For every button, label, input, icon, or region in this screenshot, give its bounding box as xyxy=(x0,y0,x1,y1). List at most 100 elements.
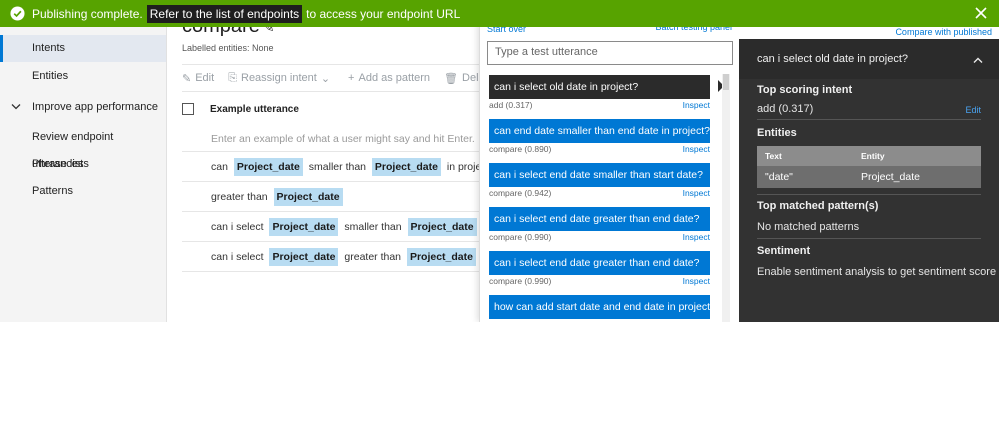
entity-name: Project_date xyxy=(861,171,920,183)
endpoints-link[interactable]: Refer to the list of endpoints xyxy=(146,4,303,23)
utterance-text: can i select xyxy=(211,250,267,263)
delete-button[interactable]: 🗑Dele xyxy=(444,72,480,85)
utterance-column-header: Example utterance xyxy=(182,103,480,115)
utterance-text: smaller than xyxy=(305,160,369,173)
nav-item-review-endpoint-utterances[interactable]: Review endpoint utterances xyxy=(0,124,166,170)
nav-group-improve-performance[interactable]: Improve app performance xyxy=(0,94,166,121)
labelled-entities: Labelled entities: None xyxy=(182,43,274,53)
test-result-meta: what (0.715) Inspect xyxy=(489,320,710,322)
test-utterance-bubble[interactable]: can i select end date greater than end d… xyxy=(489,251,710,275)
entity-label[interactable]: Project_date xyxy=(407,217,477,236)
top-intent-value: add (0.317) xyxy=(757,103,814,115)
utterance-text: can xyxy=(211,160,231,173)
patterns-value: No matched patterns xyxy=(757,221,860,233)
inspect-link[interactable]: Inspect xyxy=(683,100,710,112)
intent-score: compare (0.890) xyxy=(489,144,552,154)
test-result-item: how can add start date and end date in p… xyxy=(489,295,710,322)
table-row[interactable]: can Project_date smaller than Project_da… xyxy=(182,151,480,181)
test-result-item: can i select end date greater than end d… xyxy=(489,251,710,288)
utterance-text: in project ? xyxy=(446,160,480,173)
nav-item-patterns[interactable]: Patterns xyxy=(0,178,166,205)
pencil-icon: ✎ xyxy=(182,72,192,85)
sentiment-title: Sentiment xyxy=(757,245,811,257)
utterance-text: greater than xyxy=(211,190,271,203)
test-results-list: can i select old date in project? add (0.… xyxy=(480,74,730,322)
sentiment-section: Sentiment Enable sentiment analysis to g… xyxy=(757,245,997,278)
add-pattern-label: Add as pattern xyxy=(358,72,431,84)
patterns-section: Top matched pattern(s) No matched patter… xyxy=(757,200,981,233)
intent-score: what (0.715) xyxy=(489,320,536,322)
add-as-pattern-button[interactable]: + Add as pattern xyxy=(348,72,430,84)
inspect-link[interactable]: Inspect xyxy=(683,232,710,244)
nav-item-intents[interactable]: Intents xyxy=(0,35,166,62)
test-result-meta: add (0.317) Inspect xyxy=(489,100,710,112)
nav-group-label: Improve app performance xyxy=(32,101,158,113)
test-result-meta: compare (0.890) Inspect xyxy=(489,144,710,156)
patterns-title: Top matched pattern(s) xyxy=(757,200,879,212)
edit-label: Edit xyxy=(195,72,215,84)
test-utterance-bubble[interactable]: can i select old date in project? xyxy=(489,75,710,99)
entities-section: Entities xyxy=(757,127,981,139)
scrollbar-thumb[interactable] xyxy=(723,74,729,90)
entities-title: Entities xyxy=(757,127,797,139)
app-viewport: Publishing complete. Refer to the list o… xyxy=(0,0,999,322)
sentiment-value: Enable sentiment analysis to get sentime… xyxy=(757,266,997,278)
intent-score: compare (0.990) xyxy=(489,276,552,286)
table-row[interactable]: can i select Project_date smaller than P… xyxy=(182,211,480,241)
top-intent-value-row: add (0.317) Edit xyxy=(757,103,981,115)
inspect-link[interactable]: Inspect xyxy=(683,188,710,200)
test-utterance-bubble[interactable]: how can add start date and end date in p… xyxy=(489,295,710,319)
edit-intent-link[interactable]: Edit xyxy=(965,105,981,115)
trash-icon: 🗑 xyxy=(444,72,459,85)
reassign-label: Reassign intent xyxy=(241,72,317,84)
inspect-panel: can i select old date in project? Top sc… xyxy=(739,22,999,322)
entity-text: "date" xyxy=(765,171,793,183)
reassign-intent-button[interactable]: ⎘ Reassign intent ⌄ xyxy=(228,72,334,85)
table-row[interactable]: can i select Project_date greater than P… xyxy=(182,241,480,271)
chevron-up-icon[interactable] xyxy=(973,56,983,64)
nav-item-entities[interactable]: Entities xyxy=(0,63,166,90)
test-utterance-bubble[interactable]: can i select end date greater than end d… xyxy=(489,207,710,231)
entity-label[interactable]: Project_date xyxy=(269,247,339,266)
compare-with-published-link[interactable]: Compare with published xyxy=(739,27,999,39)
utterance-text: can i select xyxy=(211,220,267,233)
nav-item-label: Intents xyxy=(32,42,66,54)
inspect-link[interactable]: Inspect xyxy=(683,144,710,156)
chevron-down-icon: ⌄ xyxy=(320,72,331,85)
select-all-checkbox[interactable] xyxy=(182,103,194,115)
test-result-meta: compare (0.942) Inspect xyxy=(489,188,710,200)
utterance-toolbar: ✎ Edit ⎘ Reassign intent ⌄ + Add as pattern … xyxy=(182,64,480,92)
table-row[interactable]: greater than Project_date xyxy=(182,181,480,211)
close-icon[interactable] xyxy=(974,6,988,20)
test-result-meta: compare (0.990) Inspect xyxy=(489,232,710,244)
test-list-scrollbar[interactable] xyxy=(722,74,730,322)
nav-item-label: Phrase lists xyxy=(32,158,89,170)
test-utterance-input[interactable]: Type a test utterance xyxy=(487,41,733,65)
intent-details: compare✎ Labelled entities: None ✎Edit ⎘… xyxy=(167,27,480,322)
chevron-down-icon xyxy=(11,104,21,110)
top-intent-title: Top scoring intent xyxy=(757,84,853,96)
entity-label[interactable]: Project_date xyxy=(273,187,343,206)
divider xyxy=(757,194,981,195)
utterance-input[interactable]: Enter an example of what a user might sa… xyxy=(211,133,475,145)
table-row: "date" Project_date xyxy=(757,166,981,188)
intent-score: compare (0.990) xyxy=(489,232,552,242)
divider xyxy=(757,119,981,120)
inspect-link[interactable]: Inspect xyxy=(683,320,710,322)
nav-item-label: Patterns xyxy=(32,185,73,197)
entity-label[interactable]: Project_date xyxy=(269,217,339,236)
nav-item-phrase-lists[interactable]: Phrase lists xyxy=(0,151,166,178)
edit-button[interactable]: ✎ Edit xyxy=(182,72,214,85)
entity-label[interactable]: Project_date xyxy=(233,157,303,176)
inspect-header: can i select old date in project? xyxy=(739,39,999,79)
entity-label[interactable]: Project_date xyxy=(406,247,476,266)
inspect-link[interactable]: Inspect xyxy=(683,276,710,288)
utterance-text: greater than xyxy=(341,250,404,263)
entity-label[interactable]: Project_date xyxy=(371,157,441,176)
pencil-icon[interactable]: ✎ xyxy=(263,27,275,35)
test-result-item: can i select end date greater than end d… xyxy=(489,207,710,244)
publish-notification: Publishing complete. Refer to the list o… xyxy=(0,0,999,27)
test-utterance-bubble[interactable]: can end date smaller than end date in pr… xyxy=(489,119,710,143)
notification-message: Publishing complete. xyxy=(32,6,143,21)
test-utterance-bubble[interactable]: can i select end date smaller than start… xyxy=(489,163,710,187)
